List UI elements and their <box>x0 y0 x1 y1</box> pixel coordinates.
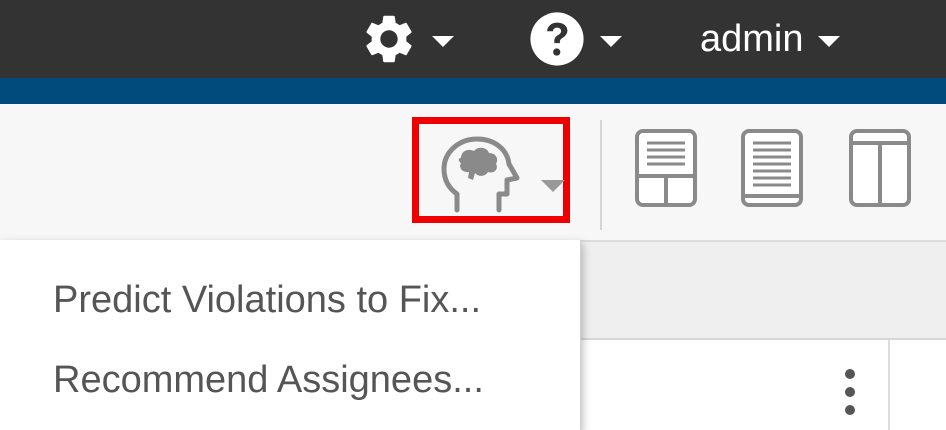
ai-assistant-dropdown-menu: Predict Violations to Fix... Recommend A… <box>0 240 581 430</box>
layout-split-bottom-icon <box>635 129 697 207</box>
layout-list-button[interactable] <box>740 128 804 208</box>
gear-icon <box>366 15 412 63</box>
ai-assistant-menu-button[interactable] <box>412 117 570 223</box>
caret-down-icon <box>817 35 840 47</box>
help-menu-button[interactable] <box>528 0 638 78</box>
layout-columns-icon <box>849 129 911 207</box>
layout-split-bottom-button[interactable] <box>634 128 698 208</box>
kebab-dot <box>845 405 855 415</box>
column-divider <box>888 340 890 430</box>
user-name-label: admin <box>700 18 804 60</box>
layout-list-icon <box>741 129 803 207</box>
caret-down-icon <box>432 35 454 47</box>
settings-menu-button[interactable] <box>360 0 470 78</box>
user-menu-button[interactable]: admin <box>700 0 870 78</box>
menu-item-recommend-assignees[interactable]: Recommend Assignees... <box>0 342 580 418</box>
kebab-dot <box>845 387 855 397</box>
menu-item-predict-violations[interactable]: Predict Violations to Fix... <box>0 262 580 338</box>
layout-columns-button[interactable] <box>848 128 912 208</box>
accent-stripe <box>0 78 946 104</box>
caret-down-icon <box>600 35 622 47</box>
toolbar-divider <box>600 120 602 230</box>
ai-brain-head-icon <box>441 136 520 213</box>
caret-down-icon <box>541 180 565 192</box>
app-window: admin Predict Violations to Fix... Recom… <box>0 0 946 430</box>
help-icon <box>530 12 584 66</box>
row-actions-button[interactable] <box>836 365 866 421</box>
kebab-dot <box>845 369 855 379</box>
